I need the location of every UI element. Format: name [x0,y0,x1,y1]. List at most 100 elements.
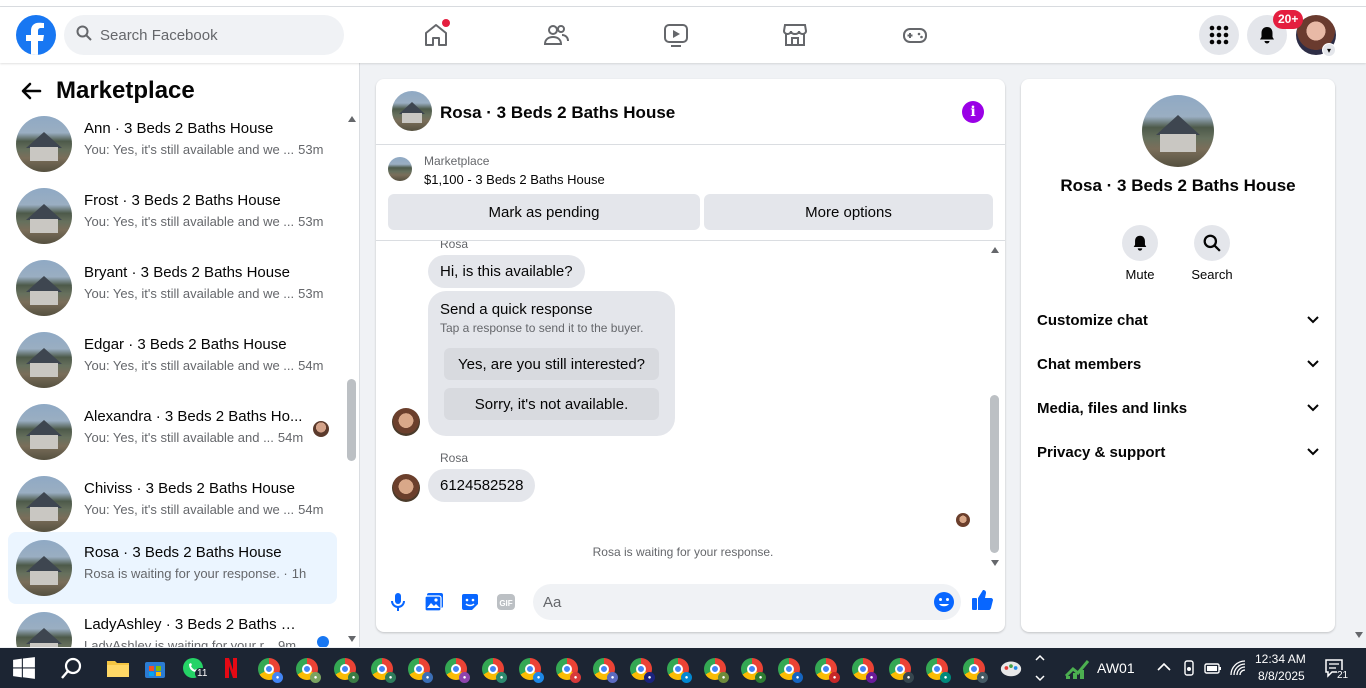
file-explorer-icon[interactable] [106,656,130,680]
conversation-item-chiviss[interactable]: Chiviss · 3 Beds 2 Baths House You: Yes,… [8,468,337,540]
chrome-profile-icon[interactable]: ● [630,658,655,683]
sticker-icon[interactable] [458,590,482,614]
conversation-item-edgar[interactable]: Edgar · 3 Beds 2 Baths House You: Yes, i… [8,324,337,396]
details-listing-photo[interactable] [1142,95,1214,167]
info-icon[interactable]: i [962,101,984,123]
conversation-title[interactable]: Rosa · 3 Beds 2 Baths House [440,103,675,123]
chevron-down-icon [1307,360,1319,368]
section-label: Chat members [1037,355,1142,373]
customize-chat-section[interactable]: Customize chat [1029,298,1327,342]
section-label: Privacy & support [1037,443,1166,461]
windows-taskbar: 11 ● ● ● ● ● ● ● ● ● ● ● ● ● ● ● ● ● ● ●… [0,648,1366,688]
page-scrollbar[interactable] [1352,63,1366,647]
chrome-profile-icon[interactable]: ● [593,658,618,683]
scroll-down-arrow-icon[interactable] [347,635,357,643]
chrome-profile-icon[interactable]: ● [408,658,433,683]
chrome-profile-icon[interactable]: ● [815,658,840,683]
facebook-logo-icon[interactable] [16,15,56,55]
quick-response-yes-button[interactable]: Yes, are you still interested? [444,348,659,380]
listing-price[interactable]: $1,100 - 3 Beds 2 Baths House [424,172,605,187]
chrome-profile-icon[interactable]: ● [334,658,359,683]
scroll-up-arrow-icon[interactable] [347,115,357,123]
chrome-profile-icon[interactable]: ● [741,658,766,683]
chrome-profile-icon[interactable]: ● [963,658,988,683]
quick-response-title: Send a quick response [440,301,593,318]
show-hidden-icons-chevron-icon[interactable] [1157,662,1171,672]
chat-members-section[interactable]: Chat members [1029,342,1327,386]
listing-summary: Marketplace $1,100 - 3 Beds 2 Baths Hous… [376,145,1005,241]
gif-icon[interactable]: GIF [494,590,518,614]
search-icon [76,25,92,46]
sender-avatar[interactable] [392,474,420,502]
thumbs-up-icon[interactable] [970,588,994,612]
chat-listing-thumbnail[interactable] [392,91,432,131]
windows-start-icon[interactable] [12,656,36,680]
home-icon[interactable] [422,19,450,49]
scroll-down-arrow-icon[interactable] [990,559,1000,567]
marketplace-icon[interactable] [781,21,809,49]
conversation-item-bryant[interactable]: Bryant · 3 Beds 2 Baths House You: Yes, … [8,252,337,324]
microsoft-store-icon[interactable] [143,656,167,680]
chat-scrollbar-thumb[interactable] [990,395,999,553]
home-notification-dot [442,19,450,27]
gaming-icon[interactable] [901,21,929,49]
video-icon[interactable] [662,21,690,49]
chrome-profile-icon[interactable]: ● [852,658,877,683]
search-box[interactable] [64,15,344,55]
message-input[interactable] [543,593,923,611]
microphone-icon[interactable] [386,590,410,614]
stock-chart-icon[interactable] [1064,656,1090,680]
conversation-item-ann[interactable]: Ann · 3 Beds 2 Baths House You: Yes, it'… [8,108,337,180]
attach-photo-icon[interactable] [422,590,446,614]
friends-icon[interactable] [542,21,570,49]
back-arrow-icon[interactable] [20,80,42,102]
quick-response-sorry-button[interactable]: Sorry, it's not available. [444,388,659,420]
emoji-icon[interactable] [933,591,955,613]
clock-date[interactable]: 8/8/2025 [1258,669,1305,683]
clock-time[interactable]: 12:34 AM [1255,652,1306,666]
chrome-profile-icon[interactable]: ● [445,658,470,683]
account-chevron-icon[interactable]: ▾ [1322,43,1336,57]
device-icon[interactable] [1181,660,1197,676]
sender-avatar[interactable] [392,408,420,436]
search-input[interactable] [100,26,320,44]
taskbar-search-icon[interactable] [60,656,84,680]
listing-label: Marketplace [424,154,490,168]
chrome-profile-icon[interactable]: ● [926,658,951,683]
privacy-support-section[interactable]: Privacy & support [1029,430,1327,474]
conversation-item-alexandra[interactable]: Alexandra · 3 Beds 2 Baths Ho... You: Ye… [8,396,337,468]
chrome-profile-icon[interactable]: ● [519,658,544,683]
chrome-profile-icon[interactable]: ● [667,658,692,683]
conversation-item-frost[interactable]: Frost · 3 Beds 2 Baths House You: Yes, i… [8,180,337,252]
search-in-conversation-button[interactable]: Search [1182,225,1242,282]
message-input-box[interactable] [533,584,961,620]
paint-app-icon[interactable] [999,656,1023,680]
battery-icon[interactable] [1204,660,1222,676]
sidebar-scrollbar-thumb[interactable] [347,379,356,461]
more-options-button[interactable]: More options [704,194,993,230]
chrome-profile-icon[interactable]: ● [258,658,283,683]
chrome-profile-icon[interactable]: ● [889,658,914,683]
scroll-down-arrow-icon[interactable] [1354,631,1364,639]
listing-mini-thumbnail[interactable] [388,157,412,181]
chrome-profile-icon[interactable]: ● [371,658,396,683]
mark-as-pending-button[interactable]: Mark as pending [388,194,700,230]
chrome-profile-icon[interactable]: ● [482,658,507,683]
chrome-profile-icon[interactable]: ● [778,658,803,683]
netflix-icon[interactable] [219,656,243,680]
conversation-item-ladyashley[interactable]: LadyAshley · 3 Beds 2 Baths H... LadyAsh… [8,604,337,647]
mute-button[interactable]: Mute [1110,225,1170,282]
wifi-icon[interactable] [1229,659,1247,677]
scroll-up-arrow-icon[interactable] [990,246,1000,254]
chrome-profile-icon[interactable]: ● [296,658,321,683]
quick-response-card: Send a quick response Tap a response to … [428,291,675,436]
bell-icon[interactable] [1122,225,1158,261]
search-icon[interactable] [1194,225,1230,261]
taskbar-overflow-arrows-icon[interactable] [1035,652,1045,684]
menu-grid-icon[interactable] [1199,15,1239,55]
chrome-profile-icon[interactable]: ● [556,658,581,683]
media-files-links-section[interactable]: Media, files and links [1029,386,1327,430]
conversation-snippet: You: Yes, it's still available and we ..… [84,214,324,229]
chrome-profile-icon[interactable]: ● [704,658,729,683]
conversation-item-rosa[interactable]: Rosa · 3 Beds 2 Baths House Rosa is wait… [8,532,337,604]
